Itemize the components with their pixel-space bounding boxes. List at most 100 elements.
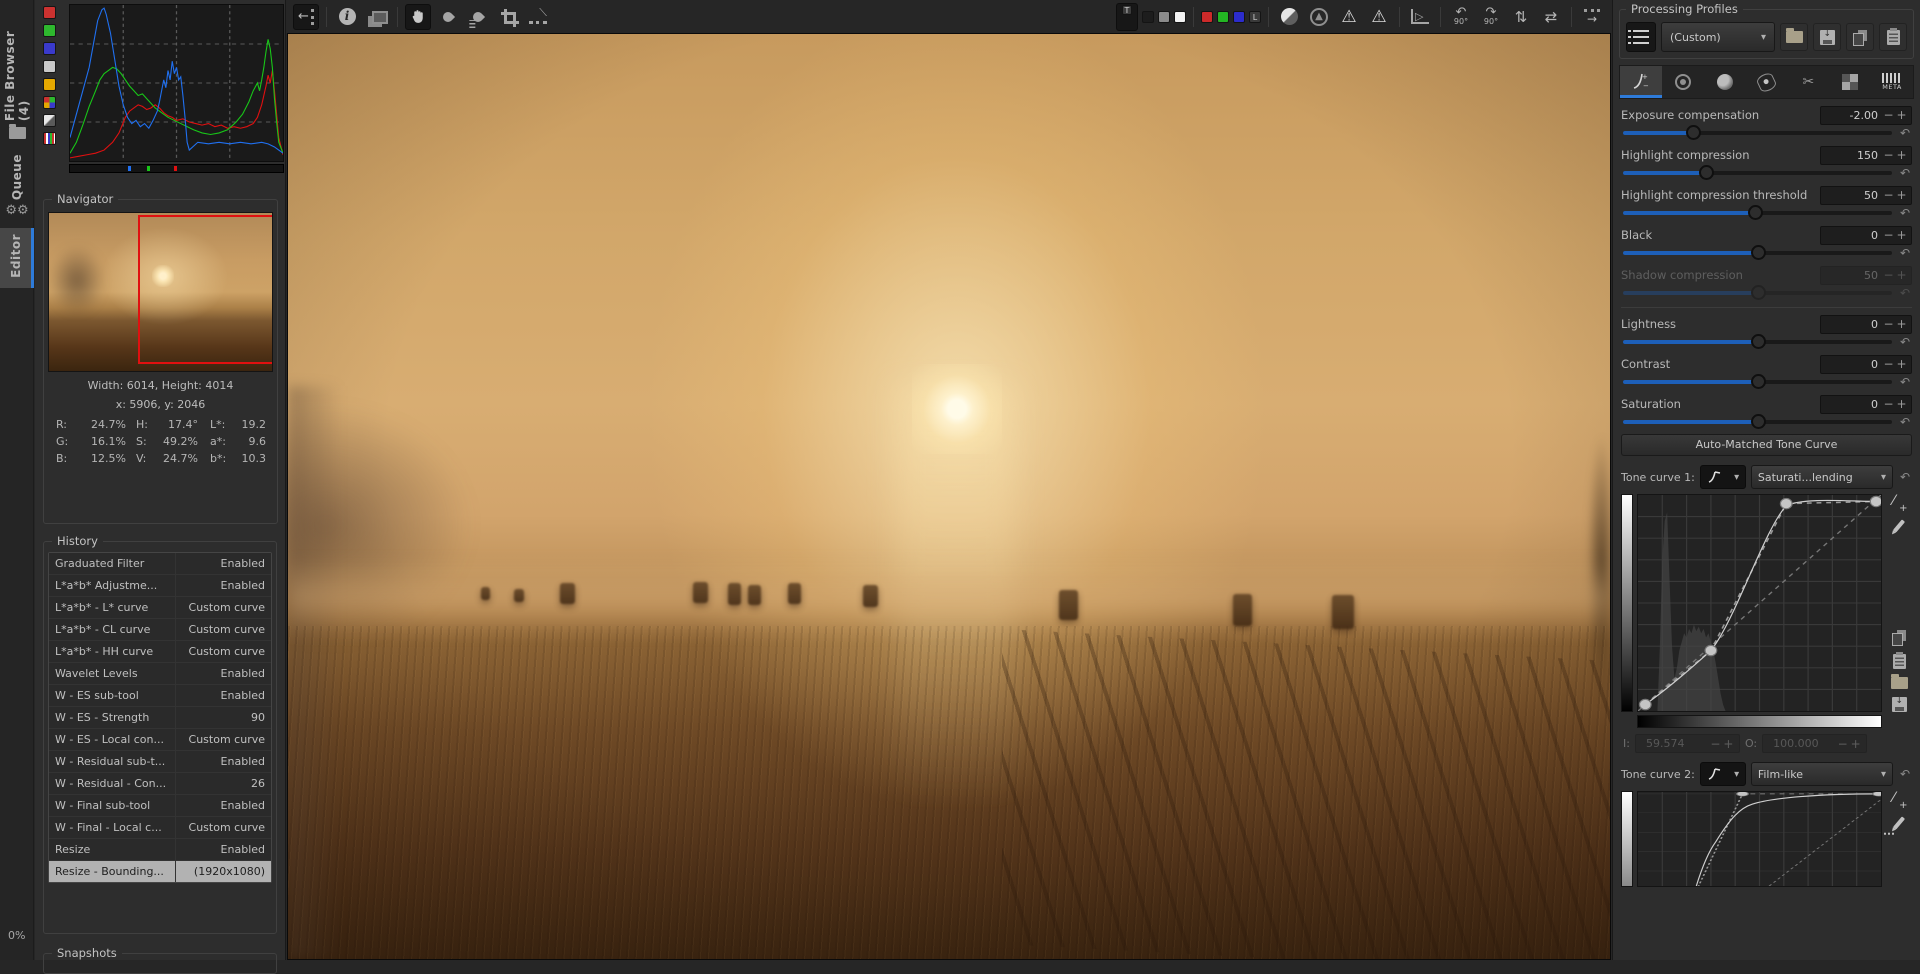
slider-knob[interactable]: [1686, 125, 1701, 140]
load-curve-icon[interactable]: [1891, 677, 1908, 689]
flip-vertical-button[interactable]: ⇅: [1508, 4, 1534, 30]
curve-mode-dropdown[interactable]: Saturati...lending ▾: [1751, 465, 1893, 489]
tab-exposure[interactable]: +−: [1620, 66, 1662, 98]
decrement-button[interactable]: −: [1882, 397, 1895, 411]
slider-track[interactable]: [1623, 251, 1892, 255]
value-entry[interactable]: 0 − +: [1820, 395, 1912, 414]
decrement-button[interactable]: −: [1882, 108, 1895, 122]
reset-icon[interactable]: ↶: [1898, 415, 1912, 429]
history-row[interactable]: Graduated FilterEnabled: [49, 553, 271, 575]
decrement-button[interactable]: −: [1882, 188, 1895, 202]
save-curve-icon[interactable]: [1892, 697, 1907, 712]
red-channel-swatch[interactable]: [1201, 11, 1213, 23]
increment-button[interactable]: +: [1895, 228, 1908, 242]
decrement-button[interactable]: −: [1882, 148, 1895, 162]
history-row[interactable]: W - ES sub-toolEnabled: [49, 685, 271, 707]
tab-detail[interactable]: [1662, 66, 1704, 98]
image-info-button[interactable]: i: [334, 4, 360, 30]
reset-icon[interactable]: ↶: [1898, 206, 1912, 220]
increment-button[interactable]: +: [1895, 148, 1908, 162]
highlight-clipping-button[interactable]: ⚠: [1366, 4, 1392, 30]
background-color-toggle[interactable]: T: [1116, 3, 1138, 31]
gamut-check-button[interactable]: ▲: [1306, 4, 1332, 30]
rotate-left-button[interactable]: ↶90°: [1448, 4, 1474, 30]
slider-knob[interactable]: [1748, 205, 1763, 220]
pencil-edit-icon[interactable]: [1893, 519, 1905, 532]
history-row[interactable]: L*a*b* Adjustme...Enabled: [49, 575, 271, 597]
tab-metadata[interactable]: META: [1871, 66, 1913, 98]
curve-type-dropdown[interactable]: ▾: [1700, 465, 1746, 489]
tab-color[interactable]: [1704, 66, 1746, 98]
tab-advanced[interactable]: [1746, 66, 1788, 98]
collapse-left-panel-button[interactable]: ←: [293, 4, 319, 30]
value-entry[interactable]: 50 − +: [1820, 186, 1912, 205]
reset-icon[interactable]: ↶: [1898, 126, 1912, 140]
increment-button[interactable]: +: [1895, 397, 1908, 411]
curve-mode-dropdown[interactable]: Film-like ▾: [1751, 762, 1893, 786]
reset-icon[interactable]: ↶: [1898, 335, 1912, 349]
history-row[interactable]: W - Final - Local c...Custom curve: [49, 817, 271, 839]
reset-icon[interactable]: ↶: [1898, 767, 1912, 781]
tone-curve-2-editor[interactable]: [1621, 791, 1912, 887]
tab-transform[interactable]: ✂: [1787, 66, 1829, 98]
slider-knob[interactable]: [1751, 245, 1766, 260]
history-row[interactable]: W - ES - Strength90: [49, 707, 271, 729]
history-row[interactable]: L*a*b* - CL curveCustom curve: [49, 619, 271, 641]
histogram-raw-toggle[interactable]: [43, 96, 56, 109]
tone-curve-1-editor[interactable]: [1621, 494, 1912, 712]
copy-profile-button[interactable]: [1846, 23, 1874, 51]
history-row-selected[interactable]: Resize - Bounding...(1920x1080): [49, 861, 271, 882]
reset-icon[interactable]: ↶: [1898, 375, 1912, 389]
slider-track[interactable]: [1623, 340, 1892, 344]
histogram-blue-toggle[interactable]: [43, 42, 56, 55]
histogram-green-toggle[interactable]: [43, 24, 56, 37]
slider-knob[interactable]: [1751, 414, 1766, 429]
bg-dark-swatch[interactable]: [1142, 11, 1154, 23]
copy-curve-icon[interactable]: [1892, 633, 1903, 646]
histogram-luminance-toggle[interactable]: [43, 60, 56, 73]
bg-white-swatch[interactable]: [1174, 11, 1186, 23]
curve-point[interactable]: [1639, 699, 1651, 709]
blue-channel-swatch[interactable]: [1233, 11, 1245, 23]
history-row[interactable]: Wavelet LevelsEnabled: [49, 663, 271, 685]
profile-fill-mode-button[interactable]: [1626, 22, 1656, 52]
auto-matched-tone-curve-button[interactable]: Auto-Matched Tone Curve: [1621, 434, 1912, 456]
curve-point[interactable]: [1780, 498, 1792, 508]
white-balance-picker-button[interactable]: [435, 4, 461, 30]
decrement-button[interactable]: −: [1882, 317, 1895, 331]
image-canvas[interactable]: [287, 33, 1611, 960]
soft-proofing-button[interactable]: [1276, 4, 1302, 30]
paste-curve-icon[interactable]: [1893, 654, 1906, 669]
paste-profile-button[interactable]: [1879, 23, 1907, 51]
crop-tool-button[interactable]: [495, 4, 521, 30]
history-row[interactable]: W - Final sub-toolEnabled: [49, 795, 271, 817]
value-entry[interactable]: 150 − +: [1820, 146, 1912, 165]
flip-horizontal-button[interactable]: ⇄: [1538, 4, 1564, 30]
decrement-button[interactable]: −: [1882, 228, 1895, 242]
histogram-red-toggle[interactable]: [43, 6, 56, 19]
green-channel-swatch[interactable]: [1217, 11, 1229, 23]
history-row[interactable]: W - Residual sub-t...Enabled: [49, 751, 271, 773]
slider-knob[interactable]: [1751, 374, 1766, 389]
value-entry[interactable]: 0 − +: [1820, 355, 1912, 374]
history-row[interactable]: W - Residual - Con...26: [49, 773, 271, 795]
curve-point[interactable]: [1705, 645, 1717, 655]
profile-select-dropdown[interactable]: (Custom) ▾: [1661, 22, 1775, 52]
histogram-bar-mode-toggle[interactable]: [43, 114, 56, 127]
histogram-mode-toggle[interactable]: [43, 132, 56, 145]
pencil-edit-icon[interactable]: [1893, 816, 1905, 829]
save-profile-button[interactable]: [1813, 23, 1841, 51]
increment-button[interactable]: +: [1895, 108, 1908, 122]
slider-track[interactable]: [1623, 171, 1892, 175]
slider-track[interactable]: [1623, 420, 1892, 424]
luminance-channel-swatch[interactable]: L: [1249, 11, 1261, 23]
preview-modifiers-button[interactable]: [1407, 4, 1433, 30]
tab-editor[interactable]: Editor: [0, 228, 34, 288]
history-row[interactable]: L*a*b* - HH curveCustom curve: [49, 641, 271, 663]
curve-point[interactable]: [1873, 792, 1881, 796]
value-entry[interactable]: -2.00 − +: [1820, 106, 1912, 125]
reset-icon[interactable]: ↶: [1898, 166, 1912, 180]
tab-queue[interactable]: Queue ⚙⚙: [0, 148, 34, 228]
curve-plot[interactable]: [1637, 791, 1882, 887]
increment-button[interactable]: +: [1895, 188, 1908, 202]
